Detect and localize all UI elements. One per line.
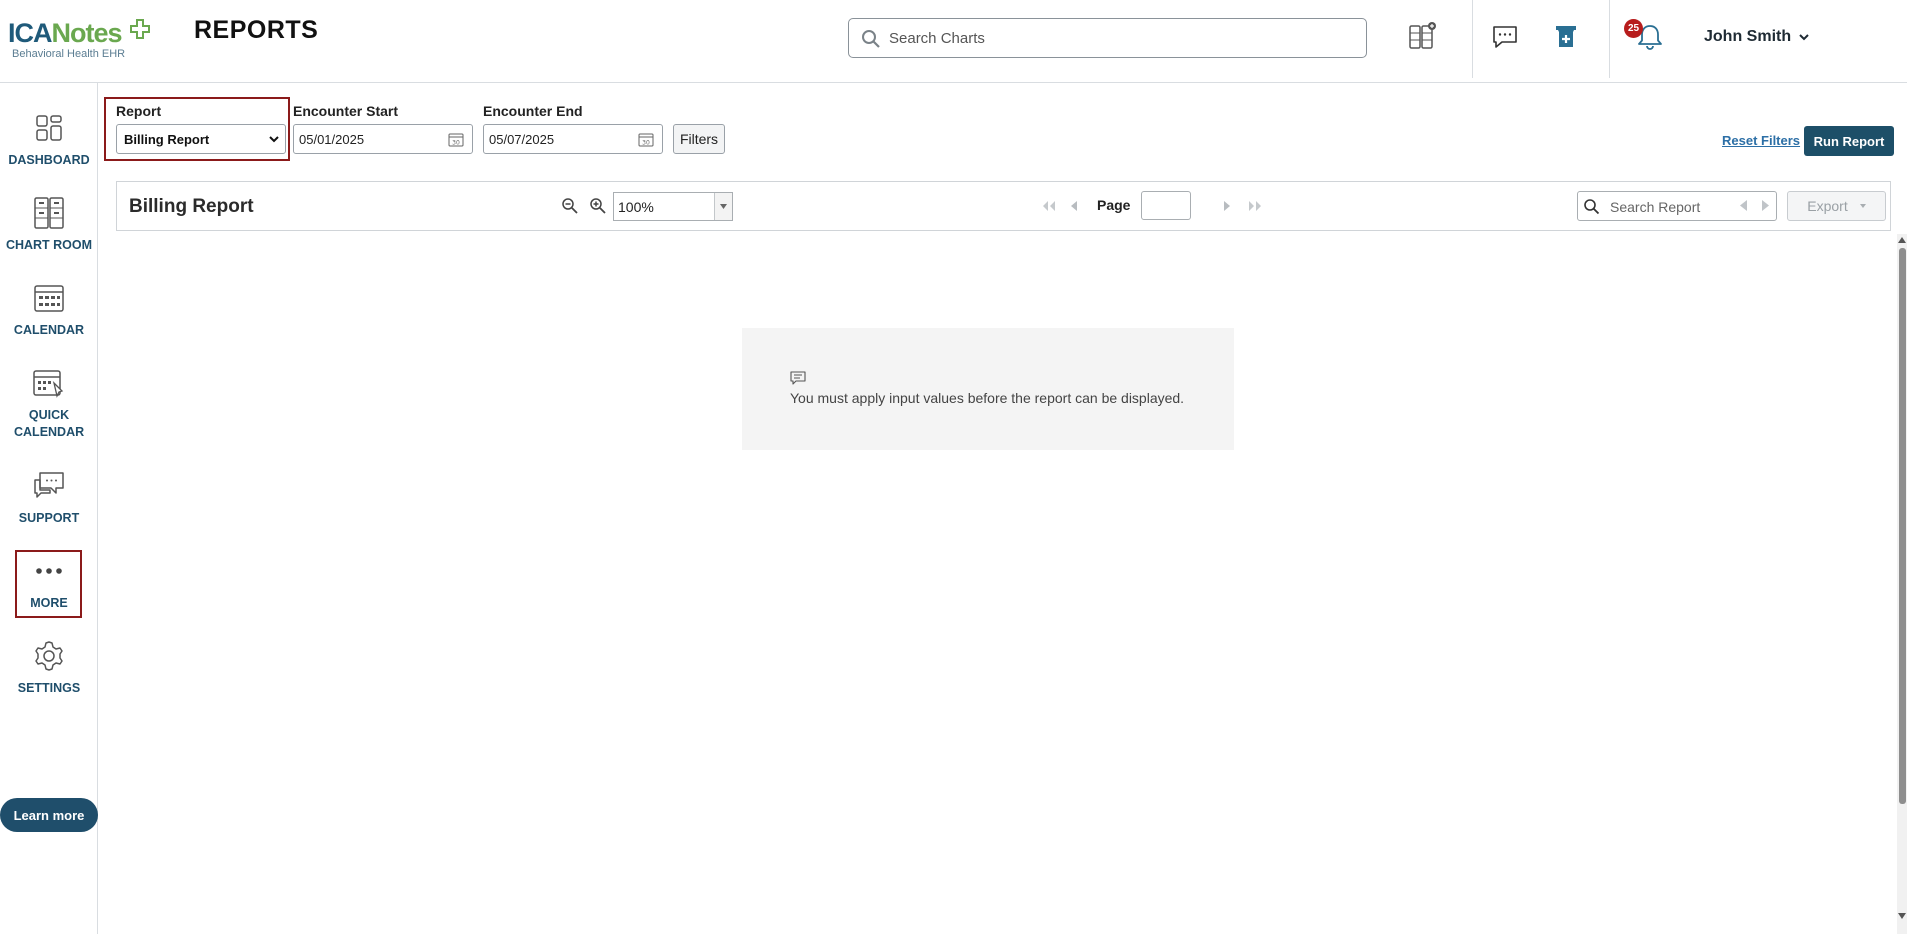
sidebar-item-calendar[interactable]: CALENDAR	[0, 280, 98, 339]
report-select[interactable]: Billing Report	[116, 124, 286, 154]
logo-brand-ica: ICA	[8, 18, 52, 48]
sidebar-item-label: CHART ROOM	[5, 238, 93, 252]
export-label: Export	[1807, 198, 1848, 214]
sidebar-item-chart-room[interactable]: CHART ROOM	[0, 195, 98, 254]
search-icon	[862, 30, 880, 48]
sidebar-item-label: SETTINGS	[17, 681, 81, 695]
header-divider	[1472, 0, 1473, 78]
sidebar-item-label: SUPPORT	[18, 511, 80, 525]
header-divider	[1609, 0, 1610, 78]
report-placeholder-message: You must apply input values before the r…	[742, 328, 1234, 450]
quick-calendar-icon	[33, 370, 64, 398]
encounter-start-field[interactable]: 05/01/2025 30	[293, 124, 473, 154]
export-button[interactable]: Export	[1787, 191, 1886, 221]
zoom-dropdown-button[interactable]	[714, 193, 732, 220]
reset-filters-link[interactable]: Reset Filters	[1722, 133, 1800, 148]
dashboard-icon	[36, 115, 62, 141]
page-number-input[interactable]	[1141, 191, 1191, 220]
first-page-icon[interactable]	[1042, 200, 1056, 212]
logo-tagline: Behavioral Health EHR	[12, 48, 126, 60]
previous-page-icon[interactable]	[1069, 200, 1078, 212]
calendar-picker-icon[interactable]: 30	[448, 132, 464, 147]
filters-button[interactable]: Filters	[673, 124, 725, 154]
report-select-value: Billing Report	[124, 131, 210, 147]
encounter-end-field[interactable]: 05/07/2025 30	[483, 124, 663, 154]
chevron-down-icon	[269, 135, 279, 142]
user-menu[interactable]: John Smith	[1704, 28, 1809, 46]
comment-icon	[790, 371, 806, 385]
zoom-out-icon[interactable]	[561, 197, 579, 215]
page-label: Page	[1097, 197, 1131, 213]
calendar-picker-icon[interactable]: 30	[638, 132, 654, 147]
scrollbar-thumb[interactable]	[1899, 248, 1906, 804]
top-header: ICANotes Behavioral Health EHR REPORTS 2…	[0, 0, 1907, 83]
sidebar-item-quick-calendar[interactable]: QUICK CALENDAR	[0, 365, 98, 441]
sidebar-item-dashboard[interactable]: DASHBOARD	[0, 110, 98, 169]
prescription-icon[interactable]	[1549, 20, 1583, 54]
search-icon	[1584, 199, 1600, 215]
scroll-up-icon[interactable]	[1898, 236, 1906, 244]
sidebar-item-settings[interactable]: SETTINGS	[0, 638, 98, 697]
sidebar-item-label: QUICK CALENDAR	[14, 408, 85, 439]
search-previous-icon[interactable]	[1740, 200, 1748, 211]
sidebar-item-label: CALENDAR	[13, 323, 85, 337]
svg-text:30: 30	[452, 140, 460, 147]
encounter-start-value: 05/01/2025	[299, 131, 365, 147]
more-dots-icon	[36, 568, 62, 574]
sidebar-item-label: DASHBOARD	[8, 153, 90, 167]
icanotes-logo[interactable]: ICANotes Behavioral Health EHR	[8, 18, 168, 62]
learn-more-button[interactable]: Learn more	[0, 798, 98, 832]
report-viewer-toolbar: Billing Report 100% Page Search Report E…	[116, 181, 1891, 231]
scroll-down-icon[interactable]	[1898, 912, 1906, 920]
sidebar-item-support[interactable]: SUPPORT	[0, 468, 98, 527]
logo-brand-notes: Notes	[51, 18, 123, 48]
new-chart-cabinet-icon[interactable]	[1405, 20, 1439, 54]
caret-down-icon	[1859, 204, 1866, 208]
support-chat-icon	[34, 472, 64, 498]
placeholder-message-text: You must apply input values before the r…	[790, 390, 1185, 406]
caret-down-icon	[720, 204, 727, 209]
chevron-down-icon	[1799, 33, 1809, 40]
sidebar-item-label: MORE	[30, 596, 68, 610]
messages-icon[interactable]	[1488, 20, 1522, 54]
last-page-icon[interactable]	[1248, 200, 1262, 212]
zoom-value: 100%	[618, 198, 654, 215]
calendar-icon	[34, 285, 64, 312]
chart-search[interactable]	[848, 18, 1367, 58]
notification-badge: 25	[1624, 19, 1643, 38]
report-search-field[interactable]: Search Report	[1577, 191, 1777, 221]
file-cabinet-icon	[34, 197, 64, 229]
search-charts-input[interactable]	[889, 27, 1349, 49]
zoom-select[interactable]: 100%	[613, 192, 733, 221]
user-name: John Smith	[1704, 28, 1792, 45]
run-report-button[interactable]: Run Report	[1804, 126, 1894, 156]
zoom-in-icon[interactable]	[589, 197, 607, 215]
logo-brand: ICANotes	[8, 18, 168, 48]
svg-text:30: 30	[642, 140, 650, 147]
report-label: Report	[116, 103, 162, 119]
next-page-icon[interactable]	[1223, 200, 1232, 212]
report-search-placeholder: Search Report	[1610, 199, 1701, 215]
encounter-end-value: 05/07/2025	[489, 131, 555, 147]
page-title: REPORTS	[194, 16, 319, 44]
report-title: Billing Report	[129, 196, 254, 217]
logo-plus-icon	[130, 19, 151, 39]
search-next-icon[interactable]	[1761, 200, 1769, 211]
gear-icon	[35, 641, 63, 671]
sidebar-item-more[interactable]: MORE	[0, 553, 98, 612]
encounter-start-label: Encounter Start	[293, 103, 399, 119]
encounter-end-label: Encounter End	[483, 103, 583, 119]
